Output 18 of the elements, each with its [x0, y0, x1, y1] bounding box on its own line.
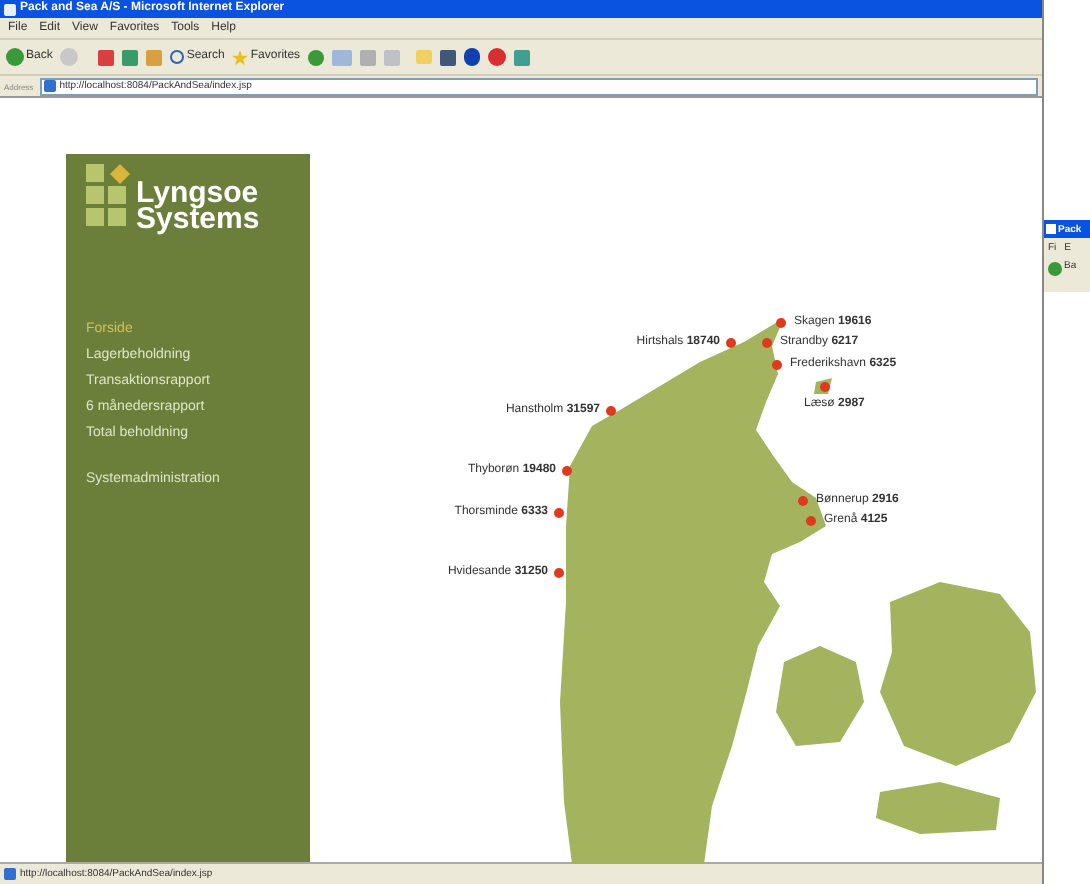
map-pin[interactable]	[606, 406, 616, 416]
toolbar-icon[interactable]	[514, 49, 531, 65]
logo-icon	[86, 164, 130, 226]
map-pin[interactable]	[726, 338, 736, 348]
map-pin[interactable]	[762, 338, 772, 348]
map-pin[interactable]	[554, 508, 564, 518]
map-pin[interactable]	[554, 568, 564, 578]
map-pin[interactable]	[798, 496, 808, 506]
map-pin[interactable]	[772, 360, 782, 370]
map-pin[interactable]	[562, 466, 572, 476]
logo-text: Lyngsoe	[136, 182, 260, 206]
search-icon	[170, 50, 185, 64]
star-icon	[232, 49, 249, 65]
toolbar-icon[interactable]	[440, 49, 457, 65]
map-pin[interactable]	[806, 516, 816, 526]
map-pin[interactable]	[776, 318, 786, 328]
logo-text: Systems	[136, 206, 260, 232]
map-pin[interactable]	[820, 382, 830, 392]
